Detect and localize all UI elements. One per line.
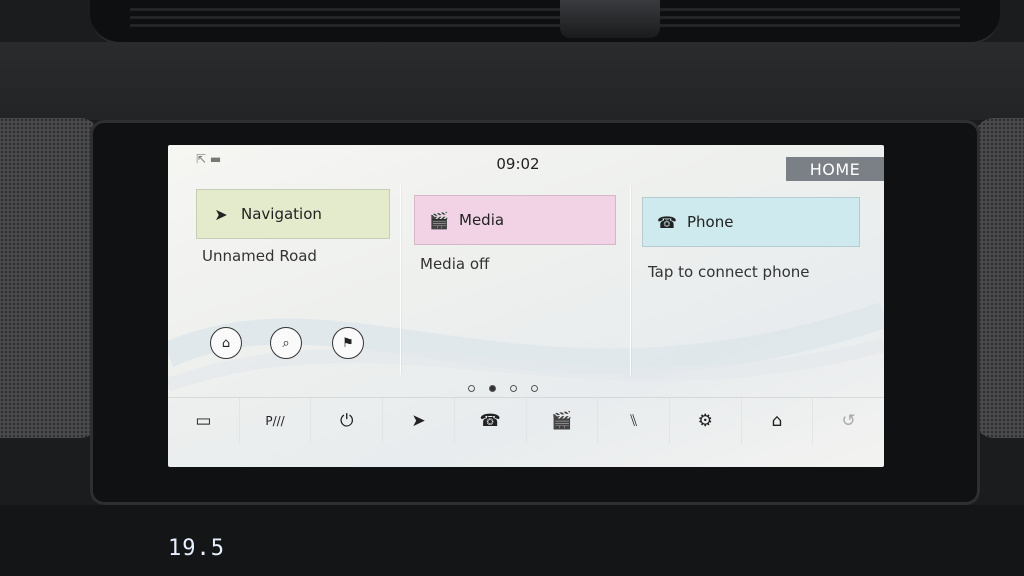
page-indicator <box>468 385 548 395</box>
navigation-icon[interactable]: ➤ <box>383 398 455 444</box>
phone-tile[interactable]: ☎ Phone <box>642 197 860 247</box>
home-icon[interactable]: ⌂ <box>742 398 814 444</box>
navigation-tile[interactable]: ➤ Navigation <box>196 189 390 239</box>
back-icon[interactable]: ↺ <box>813 398 884 444</box>
phone-status[interactable]: Tap to connect phone <box>648 263 810 281</box>
page-dot[interactable] <box>531 385 538 392</box>
vent-control <box>560 0 660 38</box>
phone-icon[interactable]: ☎ <box>455 398 527 444</box>
signal-status-icon: ⇱ ▬ <box>196 152 222 166</box>
temperature-display: 19.5 <box>168 536 225 561</box>
panel-divider <box>630 185 631 375</box>
status-bar: ⇱ ▬ 09:02 HOME <box>168 145 884 181</box>
speaker-grille-left <box>0 118 100 438</box>
nav-home-icon[interactable]: ⌂ <box>210 327 242 359</box>
power-icon[interactable]: ⏻ <box>311 398 384 444</box>
camera-icon[interactable]: ▭ <box>168 398 240 444</box>
media-tile[interactable]: 🎬 Media <box>414 195 616 245</box>
page-dot-active[interactable] <box>489 385 496 392</box>
clapperboard-icon: 🎬 <box>429 210 449 230</box>
page-dot[interactable] <box>468 385 475 392</box>
media-icon[interactable]: 🎬 <box>527 398 599 444</box>
media-status: Media off <box>420 255 490 273</box>
air-vent <box>90 0 1000 44</box>
parking-aid-icon[interactable]: P/// <box>240 398 312 444</box>
page-dot[interactable] <box>510 385 517 392</box>
seat-icon[interactable]: ⑊ <box>598 398 670 444</box>
settings-icon[interactable]: ⚙ <box>670 398 742 444</box>
infotainment-screen: ⇱ ▬ 09:02 HOME ➤ Navigation Unnamed Road… <box>168 145 884 467</box>
clock: 09:02 <box>496 155 540 173</box>
nav-destination-flag-icon[interactable]: ⚑ <box>332 327 364 359</box>
nav-search-icon[interactable]: ⌕ <box>270 327 302 359</box>
bottom-dock: ▭ P/// ⏻ ➤ ☎ 🎬 ⑊ ⚙ ⌂ ↺ <box>168 397 884 444</box>
navigation-arrow-icon: ➤ <box>214 204 228 224</box>
navigation-title: Navigation <box>241 205 322 223</box>
media-title: Media <box>459 211 505 229</box>
phone-title: Phone <box>687 213 734 231</box>
lower-dashboard <box>0 505 1024 576</box>
dashboard-panel <box>0 42 1024 120</box>
home-tab[interactable]: HOME <box>786 157 884 181</box>
speaker-grille-right <box>974 118 1024 438</box>
telephone-icon: ☎ <box>657 212 677 232</box>
panel-divider <box>400 185 401 375</box>
navigation-location: Unnamed Road <box>202 247 317 265</box>
